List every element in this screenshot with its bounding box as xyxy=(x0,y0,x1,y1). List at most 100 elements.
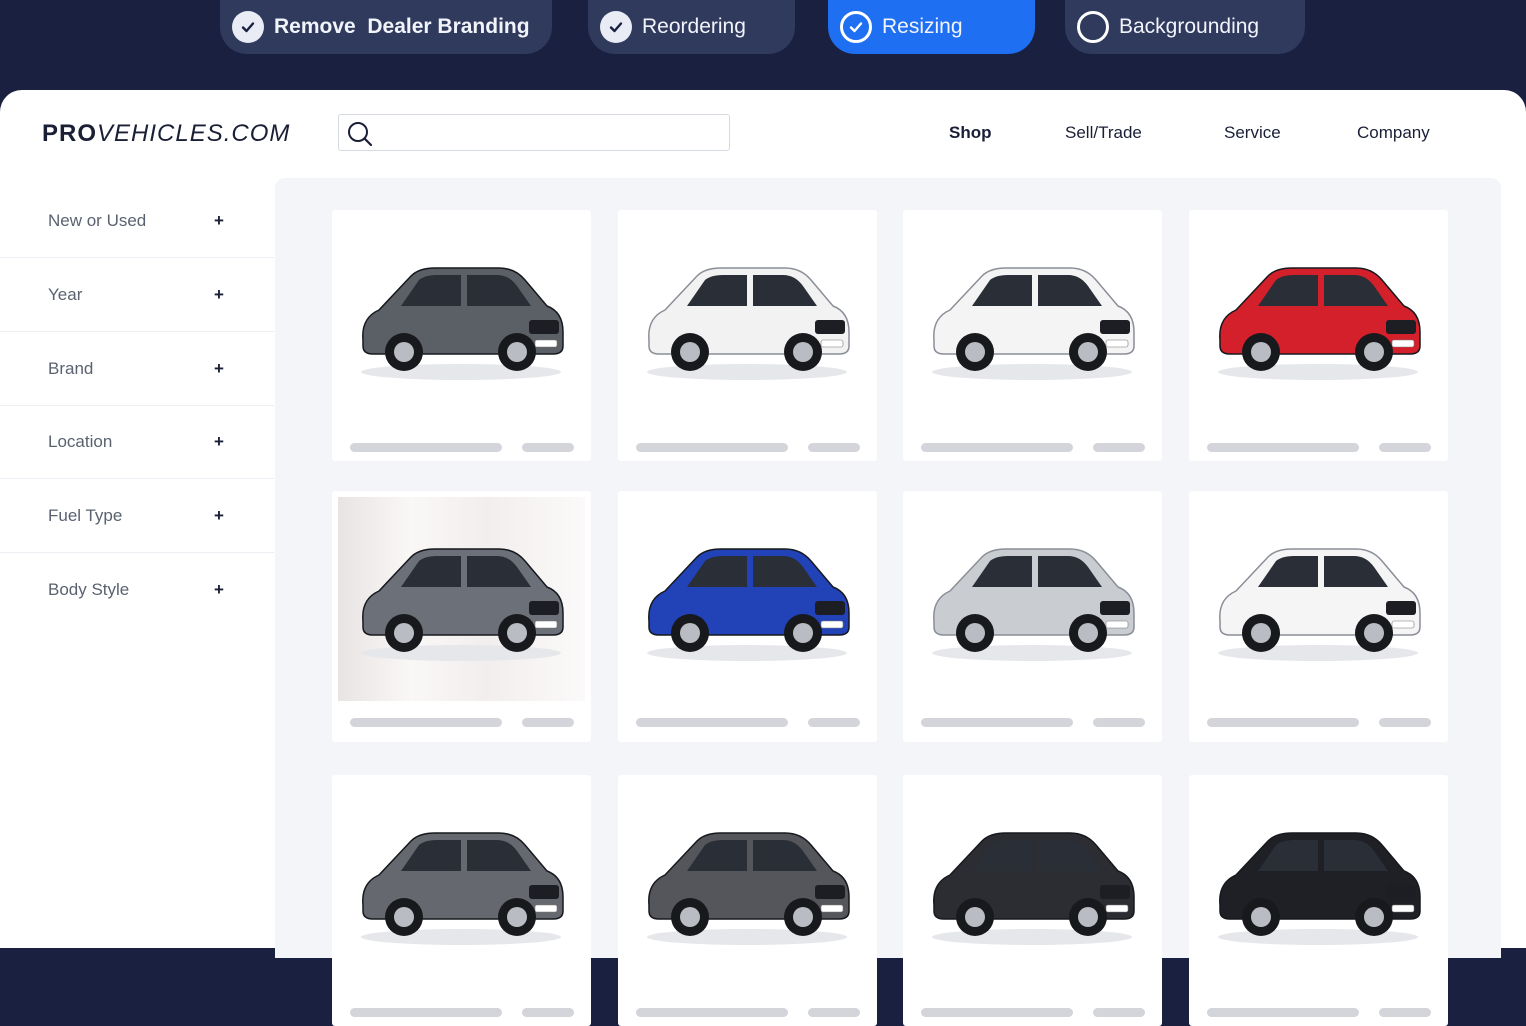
step-resizing[interactable]: Resizing xyxy=(828,0,1035,54)
title-placeholder-bar xyxy=(636,1008,788,1017)
listing-card[interactable] xyxy=(618,210,877,461)
step-label: Reordering xyxy=(642,15,746,38)
car-photo[interactable] xyxy=(909,781,1156,985)
car-photo[interactable] xyxy=(909,497,1156,701)
price-placeholder-bar xyxy=(1093,718,1145,727)
search-icon[interactable] xyxy=(346,120,374,153)
listing-card[interactable] xyxy=(903,775,1162,1026)
car-photo[interactable] xyxy=(624,497,871,701)
white-compact-suv-icon xyxy=(932,267,1135,380)
car-photo[interactable] xyxy=(1195,781,1442,985)
filter-fuel-type[interactable]: Fuel Type + xyxy=(0,480,274,553)
red-compact-suv-icon xyxy=(1218,267,1421,380)
step-label: Resizing xyxy=(882,15,963,38)
step-label: Backgrounding xyxy=(1119,15,1260,38)
grey-saloon-icon xyxy=(361,832,564,945)
black-suv-icon xyxy=(932,832,1135,945)
price-placeholder-bar xyxy=(522,443,574,452)
filter-label: Location xyxy=(48,432,113,451)
filter-label: New or Used xyxy=(48,211,147,230)
workflow-steps: Remove Dealer Branding Reordering Resizi… xyxy=(0,0,1526,90)
listing-card[interactable] xyxy=(332,775,591,1026)
black-small-suv-icon xyxy=(1218,832,1421,945)
listing-card[interactable] xyxy=(1189,491,1448,742)
filter-location[interactable]: Location + xyxy=(0,406,274,479)
car-photo[interactable] xyxy=(624,216,871,420)
title-placeholder-bar xyxy=(636,443,788,452)
step-reordering[interactable]: Reordering xyxy=(588,0,795,54)
filter-label: Year xyxy=(48,285,83,304)
listing-card[interactable] xyxy=(903,210,1162,461)
filter-body-style[interactable]: Body Style + xyxy=(0,553,274,626)
title-placeholder-bar xyxy=(1207,718,1359,727)
price-placeholder-bar xyxy=(1093,1008,1145,1017)
filter-label: Brand xyxy=(48,359,94,378)
grey-estate-car-icon xyxy=(361,548,564,661)
step-backgrounding[interactable]: Backgrounding xyxy=(1065,0,1305,54)
expand-plus-icon[interactable]: + xyxy=(214,580,224,600)
car-photo[interactable] xyxy=(909,216,1156,420)
car-photo[interactable] xyxy=(338,497,585,701)
listing-card[interactable] xyxy=(332,210,591,461)
filter-label: Fuel Type xyxy=(48,506,123,525)
filter-brand[interactable]: Brand + xyxy=(0,333,274,406)
listing-card[interactable] xyxy=(618,775,877,1026)
price-placeholder-bar xyxy=(1093,443,1145,452)
nav-company[interactable]: Company xyxy=(1357,123,1430,143)
check-icon xyxy=(232,11,264,43)
expand-plus-icon[interactable]: + xyxy=(214,506,224,526)
price-placeholder-bar xyxy=(1379,443,1431,452)
white-hatchback-icon xyxy=(1218,548,1421,661)
logo-bold: PRO xyxy=(42,120,98,147)
white-offroader-icon xyxy=(647,267,850,380)
car-photo[interactable] xyxy=(1195,216,1442,420)
filter-new-or-used[interactable]: New or Used + xyxy=(0,185,274,258)
price-placeholder-bar xyxy=(808,443,860,452)
step-remove-branding[interactable]: Remove Dealer Branding xyxy=(220,0,552,54)
car-photo[interactable] xyxy=(624,781,871,985)
listing-card[interactable] xyxy=(1189,775,1448,1026)
grey-suv-icon xyxy=(361,267,564,380)
car-photo[interactable] xyxy=(338,216,585,420)
title-placeholder-bar xyxy=(921,443,1073,452)
car-photo[interactable] xyxy=(338,781,585,985)
price-placeholder-bar xyxy=(1379,718,1431,727)
price-placeholder-bar xyxy=(522,1008,574,1017)
title-placeholder-bar xyxy=(1207,443,1359,452)
search-box[interactable] xyxy=(338,114,730,151)
site-logo[interactable]: PROVEHICLES.COM xyxy=(42,120,290,148)
title-placeholder-bar xyxy=(921,1008,1073,1017)
nav-sell-trade[interactable]: Sell/Trade xyxy=(1065,123,1142,143)
empty-circle-icon xyxy=(1077,11,1109,43)
title-placeholder-bar xyxy=(1207,1008,1359,1017)
expand-plus-icon[interactable]: + xyxy=(214,432,224,452)
nav-service[interactable]: Service xyxy=(1224,123,1281,143)
listing-card[interactable] xyxy=(332,491,591,742)
listing-card[interactable] xyxy=(1189,210,1448,461)
expand-plus-icon[interactable]: + xyxy=(214,285,224,305)
check-circle-icon xyxy=(840,11,872,43)
search-input[interactable] xyxy=(379,119,723,148)
price-placeholder-bar xyxy=(808,1008,860,1017)
listing-card[interactable] xyxy=(618,491,877,742)
filter-year[interactable]: Year + xyxy=(0,259,274,332)
price-placeholder-bar xyxy=(808,718,860,727)
price-placeholder-bar xyxy=(522,718,574,727)
grey-crossover-icon xyxy=(647,832,850,945)
logo-rest: VEHICLES.COM xyxy=(97,120,291,147)
title-placeholder-bar xyxy=(350,443,502,452)
title-placeholder-bar xyxy=(350,718,502,727)
listing-card[interactable] xyxy=(903,491,1162,742)
filter-label: Body Style xyxy=(48,579,130,599)
silver-suv-icon xyxy=(932,548,1135,661)
website-panel: PROVEHICLES.COM Shop Sell/Trade Service … xyxy=(0,90,1526,1026)
expand-plus-icon[interactable]: + xyxy=(214,211,224,231)
car-photo[interactable] xyxy=(1195,497,1442,701)
check-icon xyxy=(600,11,632,43)
title-placeholder-bar xyxy=(350,1008,502,1017)
price-placeholder-bar xyxy=(1379,1008,1431,1017)
expand-plus-icon[interactable]: + xyxy=(214,359,224,379)
title-placeholder-bar xyxy=(921,718,1073,727)
nav-shop[interactable]: Shop xyxy=(949,123,992,143)
step-label: Remove Dealer Branding xyxy=(274,15,530,38)
